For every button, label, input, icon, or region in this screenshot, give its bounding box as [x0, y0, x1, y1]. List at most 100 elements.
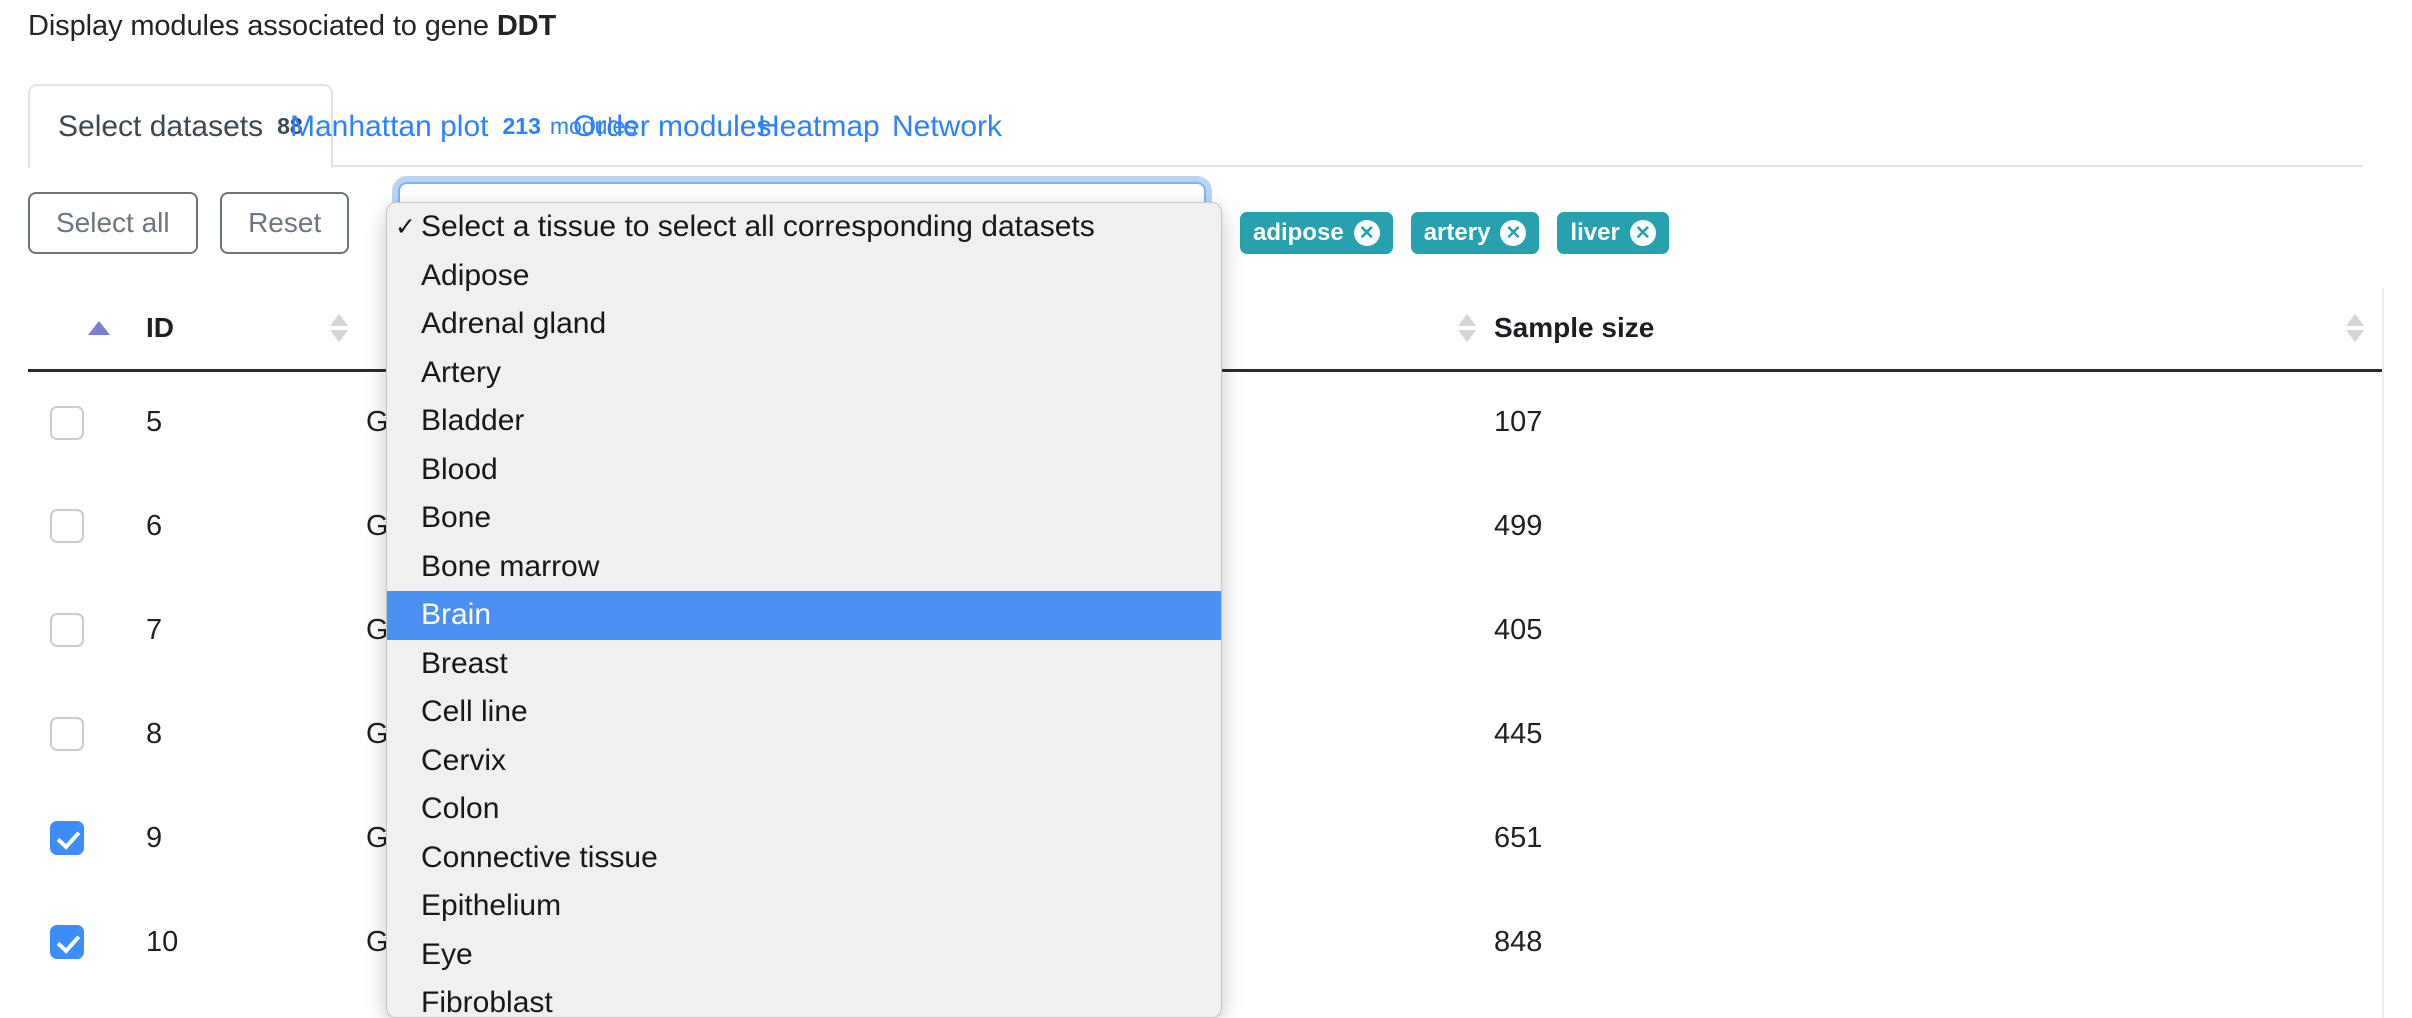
- dropdown-option-label: Bone marrow: [421, 549, 600, 583]
- column-header-id-label: ID: [146, 312, 174, 344]
- sort-toggle-icon[interactable]: [2346, 314, 2364, 343]
- page-title: Display modules associated to gene DDT: [28, 10, 556, 43]
- dropdown-option-label: Artery: [421, 355, 502, 389]
- select-all-button[interactable]: Select all: [28, 192, 198, 254]
- row-select-cell[interactable]: [28, 474, 146, 578]
- row-cell-sample-size: 701: [1494, 994, 2382, 1018]
- tab-label: Network: [892, 109, 1003, 143]
- app-root: Display modules associated to gene DDT S…: [0, 0, 2412, 1018]
- dropdown-option[interactable]: Eye: [387, 931, 1221, 980]
- dropdown-option[interactable]: Adipose: [387, 252, 1221, 301]
- sort-ascending-icon[interactable]: [88, 321, 110, 336]
- column-header-select[interactable]: [28, 288, 146, 372]
- dropdown-option-label: Eye: [421, 937, 473, 971]
- close-icon[interactable]: ✕: [1629, 220, 1656, 246]
- row-cell-id: 5: [146, 406, 163, 439]
- row-select-cell[interactable]: [28, 682, 146, 786]
- dropdown-option-label: Select a tissue to select all correspond…: [421, 210, 1095, 244]
- tissue-chip[interactable]: liver ✕: [1557, 212, 1669, 254]
- checkbox-checked[interactable]: [50, 925, 84, 960]
- row-cell-id: 10: [146, 925, 179, 958]
- row-cell-id: 9: [146, 821, 163, 854]
- dropdown-option[interactable]: Brain: [387, 591, 1221, 640]
- selected-tissue-chips: adipose ✕ artery ✕ liver ✕: [1240, 212, 1669, 254]
- row-cell-id: 8: [146, 717, 163, 750]
- row-cell-sample-size: 405: [1494, 613, 1543, 646]
- dropdown-option-label: Bladder: [421, 404, 525, 438]
- row-cell-sample-size: 499: [1494, 509, 1543, 542]
- dropdown-option[interactable]: Colon: [387, 785, 1221, 834]
- dropdown-option[interactable]: Artery: [387, 349, 1221, 398]
- row-select-cell[interactable]: [28, 370, 146, 474]
- row-select-cell[interactable]: [28, 994, 146, 1018]
- dropdown-option[interactable]: Bone marrow: [387, 543, 1221, 592]
- column-header-sample-size-label: Sample size: [1494, 312, 1655, 344]
- page-title-gene: DDT: [496, 10, 557, 42]
- tab-network[interactable]: Network: [862, 84, 1032, 169]
- caret-down-icon: [330, 330, 348, 343]
- page-title-prefix: Display modules associated to gene: [28, 10, 497, 42]
- dropdown-option[interactable]: Fibroblast: [387, 979, 1221, 1018]
- dropdown-option-label: Connective tissue: [421, 840, 658, 874]
- dropdown-option[interactable]: Blood: [387, 446, 1221, 495]
- checkbox-unchecked[interactable]: [50, 613, 84, 648]
- table-toolbar: Select all Reset: [28, 192, 350, 254]
- sort-toggle-icon[interactable]: [1458, 314, 1476, 343]
- dropdown-option[interactable]: Adrenal gland: [387, 300, 1221, 349]
- dropdown-option-label: Adipose: [421, 258, 530, 292]
- row-select-cell[interactable]: [28, 578, 146, 682]
- tissue-chip[interactable]: adipose ✕: [1240, 212, 1393, 254]
- dropdown-option-label: Brain: [421, 598, 492, 632]
- caret-up-icon: [1458, 314, 1476, 327]
- tab-label: Select datasets: [58, 109, 264, 143]
- checkbox-unchecked[interactable]: [50, 509, 84, 544]
- row-cell-sample-size: 445: [1494, 717, 1543, 750]
- tissue-chip[interactable]: artery ✕: [1410, 212, 1540, 254]
- dropdown-option[interactable]: Connective tissue: [387, 834, 1221, 883]
- row-cell-sample-size: 848: [1494, 925, 1543, 958]
- sort-toggle-icon[interactable]: [330, 314, 348, 343]
- caret-down-icon: [1458, 330, 1476, 343]
- dropdown-option[interactable]: Bone: [387, 494, 1221, 543]
- tab-bar: Select datasets 88 Manhattan plot 213 module…: [28, 84, 2362, 169]
- dropdown-option-label: Adrenal gland: [421, 307, 607, 341]
- checkbox-unchecked[interactable]: [50, 717, 84, 752]
- caret-up-icon: [2346, 314, 2364, 327]
- dropdown-option[interactable]: ✓ Select a tissue to select all correspon…: [387, 203, 1221, 252]
- row-select-cell[interactable]: [28, 890, 146, 994]
- tissue-chip-label: artery: [1423, 219, 1491, 246]
- dropdown-option-label: Colon: [421, 792, 500, 826]
- close-icon[interactable]: ✕: [1353, 220, 1380, 246]
- checkbox-unchecked[interactable]: [50, 405, 84, 440]
- row-cell-id: 11: [146, 994, 366, 1018]
- dropdown-option-label: Bone: [421, 501, 492, 535]
- tab-label: Manhattan plot: [290, 109, 489, 143]
- tissue-dropdown-list[interactable]: ✓ Select a tissue to select all correspon…: [386, 202, 1222, 1018]
- row-cell-sample-size: 651: [1494, 821, 1543, 854]
- checkbox-checked[interactable]: [50, 821, 84, 856]
- caret-up-icon: [330, 314, 348, 327]
- tissue-chip-label: adipose: [1253, 219, 1344, 246]
- row-cell-sample-size: 107: [1494, 406, 1543, 439]
- row-cell-id: 6: [146, 509, 163, 542]
- tab-count-badge: 213: [502, 113, 541, 139]
- dropdown-option[interactable]: Bladder: [387, 397, 1221, 446]
- row-select-cell[interactable]: [28, 786, 146, 890]
- dropdown-option-label: Cervix: [421, 743, 507, 777]
- dropdown-option-label: Cell line: [421, 695, 528, 729]
- column-header-id[interactable]: ID: [146, 288, 366, 372]
- check-icon: ✓: [395, 212, 416, 241]
- dropdown-option-label: Breast: [421, 646, 508, 680]
- row-cell-id: 7: [146, 613, 163, 646]
- dropdown-option[interactable]: Breast: [387, 640, 1221, 689]
- tissue-chip-label: liver: [1570, 219, 1620, 246]
- dropdown-option[interactable]: Cervix: [387, 737, 1221, 786]
- dropdown-option[interactable]: Epithelium: [387, 882, 1221, 931]
- reset-button[interactable]: Reset: [220, 192, 350, 254]
- dropdown-option[interactable]: Cell line: [387, 688, 1221, 737]
- dropdown-option-label: Blood: [421, 452, 498, 486]
- column-header-sample-size[interactable]: Sample size: [1494, 288, 2382, 372]
- close-icon[interactable]: ✕: [1500, 220, 1527, 246]
- dropdown-option-label: Epithelium: [421, 889, 562, 923]
- dropdown-option-label: Fibroblast: [421, 986, 553, 1018]
